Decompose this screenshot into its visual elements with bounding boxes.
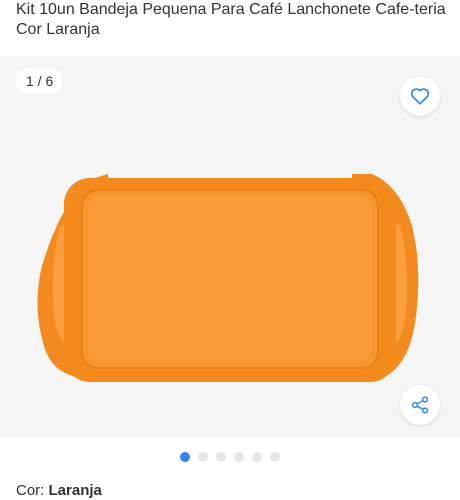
product-title: Kit 10un Bandeja Pequena Para Café Lanch… — [16, 1, 446, 38]
variant-value: Laranja — [48, 482, 102, 499]
share-icon — [409, 394, 431, 416]
product-image[interactable] — [30, 116, 430, 386]
heart-icon — [409, 85, 431, 107]
pagination-dot[interactable] — [216, 452, 226, 462]
color-variant: Cor: Laranja — [16, 481, 102, 500]
pagination-dot[interactable] — [234, 452, 244, 462]
image-counter: 1 / 6 — [16, 68, 64, 94]
favorite-button[interactable] — [400, 76, 440, 116]
gallery-pagination — [0, 450, 460, 464]
pagination-dot[interactable] — [198, 452, 208, 462]
variant-label: Cor: — [16, 482, 49, 499]
pagination-dot[interactable] — [270, 452, 280, 462]
image-gallery[interactable]: 1 / 6 — [0, 56, 460, 438]
share-button[interactable] — [400, 385, 440, 425]
pagination-dot[interactable] — [180, 452, 190, 462]
pagination-dot[interactable] — [252, 452, 262, 462]
